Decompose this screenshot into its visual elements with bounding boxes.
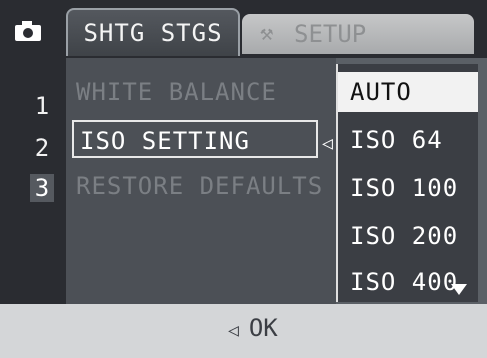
scroll-down-icon	[451, 284, 467, 295]
ok-hint: ◁ OK	[228, 314, 278, 342]
page-number-3[interactable]: 3	[30, 174, 54, 202]
iso-options-dropdown: AUTO ISO 64 ISO 100 ISO 200 ISO 400	[336, 64, 478, 302]
tab-setup-label: SETUP	[294, 20, 367, 48]
option-iso-64[interactable]: ISO 64	[338, 120, 478, 160]
tab-shooting-settings-label: SHTG STGS	[83, 19, 223, 47]
tab-setup[interactable]: ⚒ SETUP	[242, 14, 474, 54]
camera-menu-screen: SHTG STGS ⚒ SETUP 1 2 3 WHITE BALANCE IS…	[0, 0, 487, 358]
page-number-column: 1 2 3	[0, 58, 66, 304]
menu-item-white-balance[interactable]: WHITE BALANCE	[76, 78, 277, 106]
camera-icon	[15, 21, 41, 41]
footer-bar: ◁ OK	[0, 304, 487, 358]
wrench-icon: ⚒	[260, 21, 274, 46]
option-iso-200[interactable]: ISO 200	[338, 216, 478, 256]
page-number-1[interactable]: 1	[30, 92, 54, 120]
left-arrow-icon: ◁	[322, 133, 333, 154]
menu-item-iso-setting[interactable]: ISO SETTING	[72, 120, 318, 158]
ok-hint-label: OK	[248, 314, 278, 342]
option-iso-100[interactable]: ISO 100	[338, 168, 478, 208]
option-auto[interactable]: AUTO	[338, 72, 478, 112]
tab-shooting-settings[interactable]: SHTG STGS	[66, 8, 240, 56]
menu-list: WHITE BALANCE ISO SETTING RESTORE DEFAUL…	[66, 58, 336, 304]
menu-item-restore-defaults[interactable]: RESTORE DEFAULTS	[76, 172, 323, 200]
page-number-2[interactable]: 2	[30, 134, 54, 162]
left-arrow-icon: ◁	[228, 320, 239, 341]
tab-bar: SHTG STGS ⚒ SETUP	[0, 0, 487, 58]
